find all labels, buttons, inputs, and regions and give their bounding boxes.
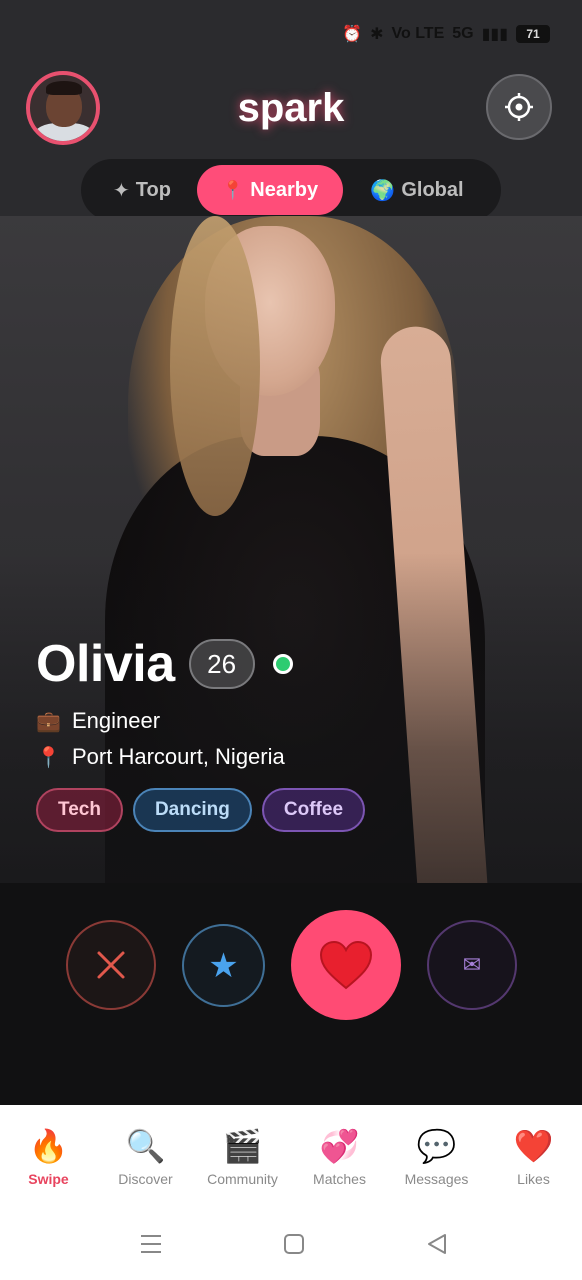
- online-indicator: [272, 654, 293, 674]
- super-like-button[interactable]: ★: [182, 924, 265, 1007]
- tab-nearby-label: Nearby: [250, 178, 319, 201]
- profile-info: Olivia 26 💼 Engineer 📍 Port Harcourt, Ni…: [36, 634, 366, 832]
- name-row: Olivia 26: [36, 634, 365, 694]
- back-icon[interactable]: [424, 1231, 450, 1257]
- nav-messages[interactable]: 💬 Messages: [388, 1105, 485, 1209]
- tab-nearby[interactable]: 📍 Nearby: [197, 165, 343, 215]
- nav-swipe[interactable]: 🔥 Swipe: [0, 1105, 97, 1209]
- heart-icon: ❤️: [513, 1128, 554, 1164]
- nav-messages-label: Messages: [404, 1171, 469, 1187]
- star-icon: ★: [208, 946, 239, 985]
- profile-name: Olivia: [36, 635, 175, 693]
- nav-community-label: Community: [207, 1171, 278, 1187]
- speech-bubble-icon: 💬: [416, 1128, 457, 1164]
- network-type: Vo LTE: [391, 25, 445, 42]
- interests: Tech Dancing Coffee: [36, 788, 366, 832]
- signal-bars-icon: ▮▮▮: [481, 26, 508, 43]
- alarm-icon: ⏰: [342, 26, 363, 43]
- pin-icon: 📍: [221, 179, 245, 200]
- status-bar: ⏰ ✱ Vo LTE 5G ▮▮▮ 71: [0, 0, 582, 62]
- message-button[interactable]: ✉: [427, 920, 517, 1010]
- menu-icon[interactable]: [138, 1231, 164, 1257]
- age-badge: 26: [188, 639, 255, 689]
- settings-button[interactable]: [486, 74, 552, 140]
- close-icon: [97, 951, 125, 979]
- interest-chip: Coffee: [261, 788, 366, 832]
- nav-community[interactable]: 🎬 Community: [194, 1105, 291, 1209]
- profile-card[interactable]: Olivia 26 💼 Engineer 📍 Port Harcourt, Ni…: [0, 216, 582, 883]
- app-header: spark ✦ Top 📍 Nearby 🌍 Global: [0, 62, 582, 221]
- system-nav-bar: [0, 1209, 582, 1280]
- sparkle-icon: ✦: [113, 179, 130, 202]
- signal-type: 5G: [452, 25, 474, 42]
- gear-icon: [505, 93, 533, 121]
- action-bar: ★ ✉: [0, 883, 582, 1105]
- home-icon[interactable]: [281, 1231, 307, 1257]
- search-icon: 🔍: [125, 1128, 166, 1164]
- tab-global-label: Global: [401, 178, 464, 201]
- photo-hair-front: [170, 216, 260, 516]
- battery-indicator: 71: [516, 25, 550, 43]
- hearts-icon: 💞: [319, 1128, 360, 1164]
- briefcase-icon: 💼: [36, 710, 61, 733]
- bottom-nav: 🔥 Swipe 🔍 Discover 🎬 Community 💞 Matches…: [0, 1105, 582, 1209]
- pin-icon: 📍: [36, 746, 61, 769]
- tab-global[interactable]: 🌍 Global: [343, 165, 491, 215]
- status-icons: ⏰ ✱ Vo LTE 5G ▮▮▮ 71: [342, 24, 550, 44]
- location-row: 📍 Port Harcourt, Nigeria: [36, 744, 365, 770]
- envelope-icon: ✉: [462, 952, 482, 977]
- clapperboard-icon: 🎬: [222, 1128, 263, 1164]
- nav-discover[interactable]: 🔍 Discover: [97, 1105, 194, 1209]
- tab-top[interactable]: ✦ Top: [87, 165, 197, 215]
- nav-discover-label: Discover: [118, 1171, 173, 1187]
- feed-tabs: ✦ Top 📍 Nearby 🌍 Global: [81, 159, 501, 221]
- like-button[interactable]: [291, 910, 401, 1020]
- globe-icon: 🌍: [370, 179, 396, 202]
- bluetooth-icon: ✱: [370, 26, 384, 43]
- location-text: Port Harcourt, Nigeria: [72, 744, 285, 769]
- nav-likes-label: Likes: [517, 1171, 550, 1187]
- heart-icon: [319, 940, 373, 990]
- interest-chip: Tech: [36, 788, 123, 832]
- nav-matches[interactable]: 💞 Matches: [291, 1105, 388, 1209]
- job-row: 💼 Engineer: [36, 708, 365, 734]
- fire-icon: 🔥: [28, 1128, 69, 1164]
- nav-swipe-label: Swipe: [28, 1171, 69, 1187]
- tab-top-label: Top: [135, 178, 171, 201]
- job-title: Engineer: [72, 708, 161, 733]
- nav-likes[interactable]: ❤️ Likes: [485, 1105, 582, 1209]
- interest-chip: Dancing: [132, 788, 252, 832]
- pass-button[interactable]: [66, 920, 156, 1010]
- nav-matches-label: Matches: [313, 1171, 366, 1187]
